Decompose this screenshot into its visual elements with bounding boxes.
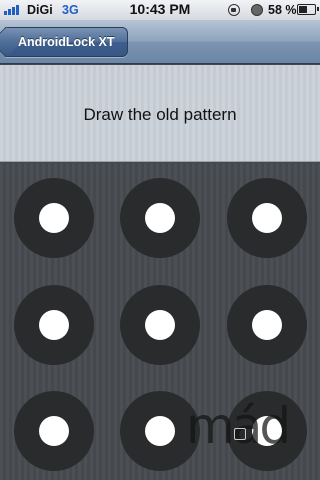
- pattern-dot-center: [252, 203, 282, 233]
- pattern-dot-2[interactable]: [120, 178, 200, 258]
- app-screen: DiGi 3G 10:43 PM 58 % AndroidLock XT Dra…: [0, 0, 320, 480]
- pattern-dot-center: [39, 416, 69, 446]
- battery-percent: 58 %: [268, 3, 297, 17]
- pattern-dot-7[interactable]: [14, 391, 94, 471]
- instruction-text: Draw the old pattern: [83, 105, 237, 124]
- pattern-dot-center: [145, 203, 175, 233]
- navigation-bar: AndroidLock XT: [0, 20, 320, 64]
- pattern-dot-3[interactable]: [227, 178, 307, 258]
- alarm-icon: [251, 4, 263, 16]
- pattern-dot-6[interactable]: [227, 285, 307, 365]
- pattern-dot-center: [39, 310, 69, 340]
- back-button[interactable]: AndroidLock XT: [5, 27, 128, 57]
- pattern-dot-center: [145, 416, 175, 446]
- instruction-panel: Draw the old pattern: [0, 65, 320, 162]
- pattern-dot-center: [252, 310, 282, 340]
- pattern-dot-5[interactable]: [120, 285, 200, 365]
- pattern-dot-1[interactable]: [14, 178, 94, 258]
- rotation-lock-icon: [228, 4, 240, 16]
- pattern-dot-4[interactable]: [14, 285, 94, 365]
- status-bar: DiGi 3G 10:43 PM 58 %: [0, 0, 320, 20]
- watermark-logo: mád: [186, 397, 291, 455]
- battery-icon: [297, 4, 319, 15]
- pattern-dot-center: [145, 310, 175, 340]
- back-button-label: AndroidLock XT: [18, 35, 115, 49]
- pattern-dot-center: [39, 203, 69, 233]
